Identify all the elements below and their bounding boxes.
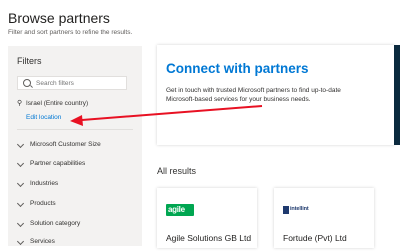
chevron-down-icon — [16, 179, 25, 188]
filter-label: Solution category — [30, 220, 81, 227]
filters-panel: Filters ⚲ Israel (Entire country) Edit l… — [8, 46, 142, 246]
location-pin-icon: ⚲ — [17, 100, 23, 107]
filter-products[interactable]: Products — [16, 199, 135, 214]
connect-hero-banner: Connect with partners Get in touch with … — [157, 45, 395, 145]
filter-label: Partner capabilities — [30, 160, 86, 167]
page-title: Browse partners — [8, 10, 110, 26]
page-header: Browse partners Filter and sort partners… — [0, 0, 400, 44]
agile-logo-text: agile — [168, 205, 185, 214]
chevron-down-icon — [16, 140, 25, 149]
partner-name: Agile Solutions GB Ltd — [166, 233, 252, 243]
hero-image-edge — [394, 45, 400, 145]
location-text: Israel (Entire country) — [26, 100, 89, 107]
filters-title: Filters — [17, 56, 42, 66]
search-filters-input[interactable] — [36, 78, 124, 89]
filter-partner-capabilities[interactable]: Partner capabilities — [16, 159, 135, 174]
page-subtitle: Filter and sort partners to refine the r… — [8, 29, 133, 36]
intellint-logo: intellint — [283, 204, 313, 216]
filters-divider — [17, 129, 133, 130]
partner-card-agile[interactable]: agile Agile Solutions GB Ltd — [157, 188, 257, 248]
chevron-down-icon — [16, 199, 25, 208]
search-icon — [23, 79, 31, 87]
all-results-heading: All results — [157, 166, 197, 176]
intellint-logo-mark — [283, 206, 289, 214]
chevron-down-icon — [16, 237, 25, 246]
filter-label: Industries — [30, 180, 59, 187]
filter-solution-category[interactable]: Solution category — [16, 219, 135, 234]
intellint-logo-text: intellint — [290, 206, 309, 212]
filter-customer-size[interactable]: Microsoft Customer Size — [16, 140, 135, 155]
edit-location-link[interactable]: Edit location — [26, 114, 61, 121]
partner-name: Fortude (Pvt) Ltd — [283, 233, 347, 243]
agile-logo: agile — [166, 204, 194, 216]
partner-card-fortude[interactable]: intellint Fortude (Pvt) Ltd — [274, 188, 374, 248]
hero-text: Get in touch with trusted Microsoft part… — [166, 87, 341, 103]
chevron-down-icon — [16, 219, 25, 228]
hero-title: Connect with partners — [166, 61, 309, 76]
filter-services[interactable]: Services — [16, 237, 135, 252]
search-box[interactable] — [17, 76, 127, 90]
filter-label: Microsoft Customer Size — [30, 141, 101, 148]
chevron-down-icon — [16, 159, 25, 168]
filter-industries[interactable]: Industries — [16, 179, 135, 194]
filter-label: Products — [30, 200, 56, 207]
filter-label: Services — [30, 238, 55, 245]
